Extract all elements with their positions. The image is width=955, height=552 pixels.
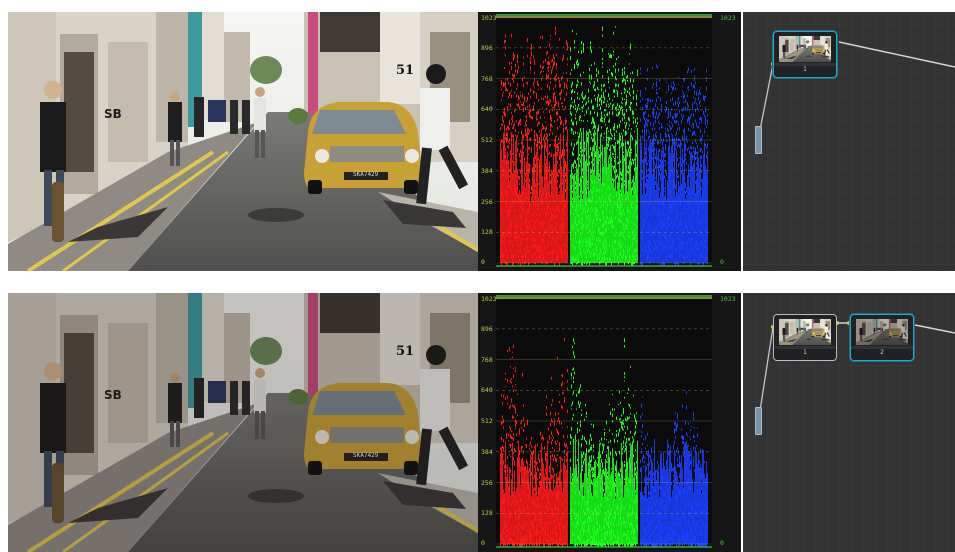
node-graph-original[interactable]: | 1 (743, 12, 955, 271)
scope-tick-384: 384 (481, 167, 493, 175)
scope-tick-640: 640 (481, 386, 493, 394)
scope-tick-1023: 1023 (481, 14, 497, 22)
viewer-image-original: 51 SB SKA7429 (8, 12, 478, 271)
source-input-handle[interactable] (755, 407, 762, 435)
scope-tick-128: 128 (481, 509, 493, 517)
comparison-row-original: 51 SB SKA7429 1023 896 768 640 512 384 2… (8, 12, 955, 271)
corrector-node-1[interactable]: 1 (773, 31, 837, 78)
source-input-handle[interactable] (755, 126, 762, 154)
scope-tick-640: 640 (481, 105, 493, 113)
scope-tick-384: 384 (481, 448, 493, 456)
license-plate: SKA7429 (353, 171, 379, 178)
parade-plot-graded (478, 293, 741, 552)
scope-right-tick-top: 1023 (720, 295, 736, 303)
scope-tick-1023: 1023 (481, 295, 497, 303)
rgb-parade-scope-original: 1023 896 768 640 512 384 256 128 0 1023 … (478, 12, 741, 271)
rgb-parade-scope-graded: 1023 896 768 640 512 384 256 128 0 1023 … (478, 293, 741, 552)
scope-right-tick-bottom: 0 (720, 539, 724, 547)
scope-tick-768: 768 (481, 356, 493, 364)
scope-tick-0: 0 (481, 258, 485, 266)
scope-tick-256: 256 (481, 479, 493, 487)
scope-right-tick-top: 1023 (720, 14, 736, 22)
corrector-node-2[interactable]: 2 (850, 314, 914, 361)
node-thumbnail (779, 319, 831, 345)
comparison-row-graded: 51 SB SKA7429 1023 896 768 640 512 384 2… (8, 293, 955, 552)
shopfront-number: 51 (396, 344, 414, 359)
scope-tick-128: 128 (481, 228, 493, 236)
scope-tick-768: 768 (481, 75, 493, 83)
corrector-node-1[interactable]: 1 (773, 314, 837, 361)
node-number: 1 (774, 66, 836, 73)
scope-tick-896: 896 (481, 325, 493, 333)
graffiti-text: SB (104, 107, 122, 121)
scope-right-tick-bottom: 0 (720, 258, 724, 266)
street-scene-image-graded: 51 SB SKA7429 (8, 293, 478, 552)
license-plate: SKA7429 (353, 452, 379, 459)
street-scene-image: 51 SB SKA7429 (8, 12, 478, 271)
scope-tick-256: 256 (481, 198, 493, 206)
shopfront-number: 51 (396, 63, 414, 78)
scope-tick-512: 512 (481, 417, 493, 425)
scope-tick-0: 0 (481, 539, 485, 547)
viewer-image-graded: 51 SB SKA7429 (8, 293, 478, 552)
scope-tick-512: 512 (481, 136, 493, 144)
node-thumbnail (856, 319, 908, 345)
scope-tick-896: 896 (481, 44, 493, 52)
node-number: 2 (851, 349, 913, 356)
node-number: 1 (774, 349, 836, 356)
graffiti-text: SB (104, 388, 122, 402)
node-graph-graded[interactable]: | 1 2 (743, 293, 955, 552)
node-thumbnail (779, 36, 831, 62)
parade-plot-original (478, 12, 741, 271)
